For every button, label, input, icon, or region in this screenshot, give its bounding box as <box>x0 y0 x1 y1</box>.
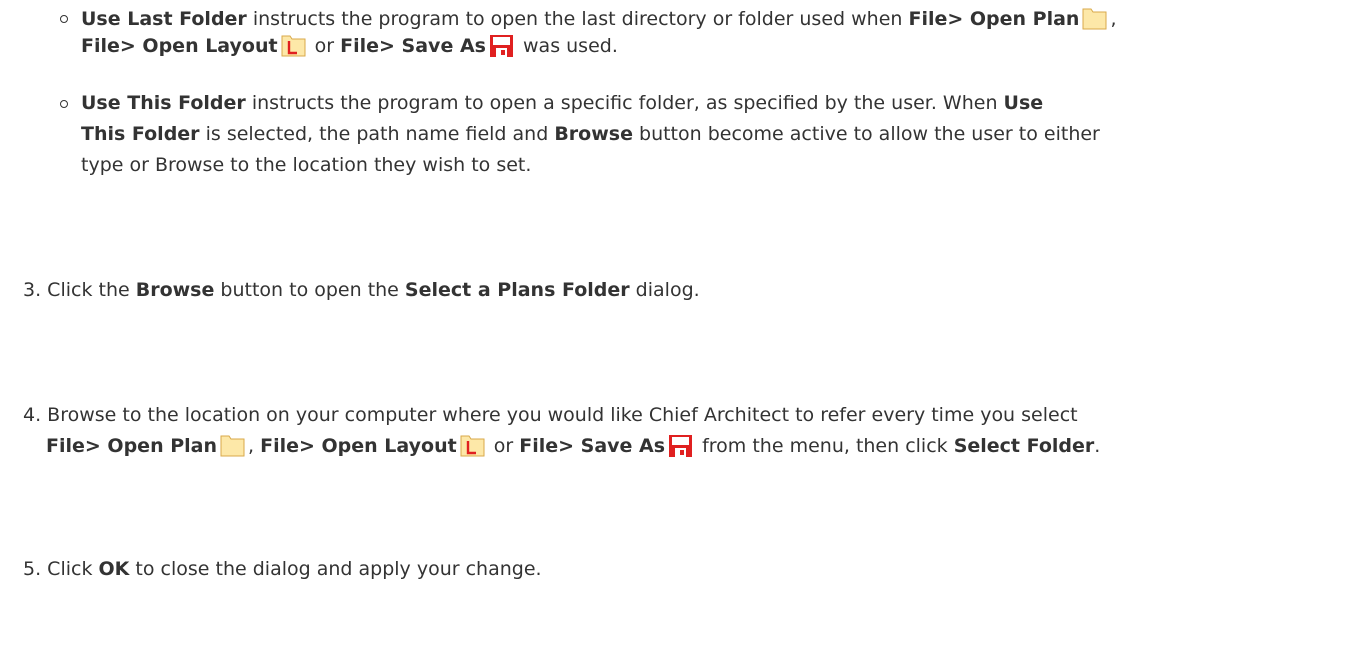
bullet-text: or <box>308 35 341 57</box>
term-use-last-folder: Use Last Folder <box>81 8 247 30</box>
folder-icon <box>219 432 246 459</box>
step-text: button to open the <box>214 279 405 301</box>
term-use: Use <box>1003 92 1044 114</box>
punctuation: , <box>248 435 255 457</box>
menu-open-plan: File> Open Plan <box>46 435 217 457</box>
step-text: or <box>487 435 520 457</box>
punctuation: . <box>1094 435 1101 457</box>
bullet-use-last-folder-line1: Use Last Folder instructs the program to… <box>81 5 1117 32</box>
menu-save-as: File> Save As <box>519 435 666 457</box>
step-4-line2: File> Open Plan, File> Open Layout or Fi… <box>46 432 1100 459</box>
bullet-use-this-folder-line1: Use This Folder instructs the program to… <box>81 90 1043 117</box>
step-text: Click <box>41 558 99 580</box>
bullet-use-this-folder-line2: This Folder is selected, the path name f… <box>81 121 1100 148</box>
term-use-this-folder: Use This Folder <box>81 92 246 114</box>
layout-file-icon <box>459 432 486 459</box>
bullet-use-last-folder-line2: File> Open Layout or File> Save As was u… <box>81 32 618 59</box>
step-text: Browse to the location on your computer … <box>41 404 1078 426</box>
step-text: to close the dialog and apply your chang… <box>129 558 542 580</box>
bullet-text: is selected, the path name field and <box>199 123 555 145</box>
select-folder-label: Select Folder <box>953 435 1095 457</box>
step-3: 3. Click the Browse button to open the S… <box>23 277 700 304</box>
ok-label: OK <box>98 558 130 580</box>
bullet-use-this-folder-line3: type or Browse to the location they wish… <box>81 152 531 179</box>
browse-label: Browse <box>554 123 633 145</box>
bullet-text: was used. <box>516 35 618 57</box>
menu-open-layout: File> Open Layout <box>260 435 457 457</box>
punctuation: , <box>1110 8 1117 30</box>
step-text: Click the <box>41 279 136 301</box>
step-text: dialog. <box>629 279 700 301</box>
dialog-name: Select a Plans Folder <box>404 279 630 301</box>
term-this-folder: This Folder <box>81 123 200 145</box>
step-number: 5. <box>23 558 42 580</box>
floppy-disk-icon <box>488 32 515 59</box>
bullet-text: instructs the program to open a specific… <box>245 92 1004 114</box>
step-number: 4. <box>23 404 42 426</box>
browse-label: Browse <box>135 279 215 301</box>
menu-save-as: File> Save As <box>340 35 486 57</box>
bullet-marker <box>60 15 68 23</box>
step-text: from the menu, then click <box>696 435 954 457</box>
folder-icon <box>1081 5 1108 32</box>
step-5: 5. Click OK to close the dialog and appl… <box>23 556 542 583</box>
bullet-marker <box>60 100 68 108</box>
step-number: 3. <box>23 279 42 301</box>
menu-open-layout: File> Open Layout <box>81 35 278 57</box>
menu-open-plan: File> Open Plan <box>908 8 1080 30</box>
step-4-line1: 4. Browse to the location on your comput… <box>23 402 1078 429</box>
bullet-text: type or Browse to the location they wish… <box>81 154 532 176</box>
bullet-text: instructs the program to open the last d… <box>246 8 909 30</box>
layout-file-icon <box>280 32 307 59</box>
bullet-text: button become active to allow the user t… <box>632 123 1100 145</box>
floppy-disk-icon <box>667 432 694 459</box>
